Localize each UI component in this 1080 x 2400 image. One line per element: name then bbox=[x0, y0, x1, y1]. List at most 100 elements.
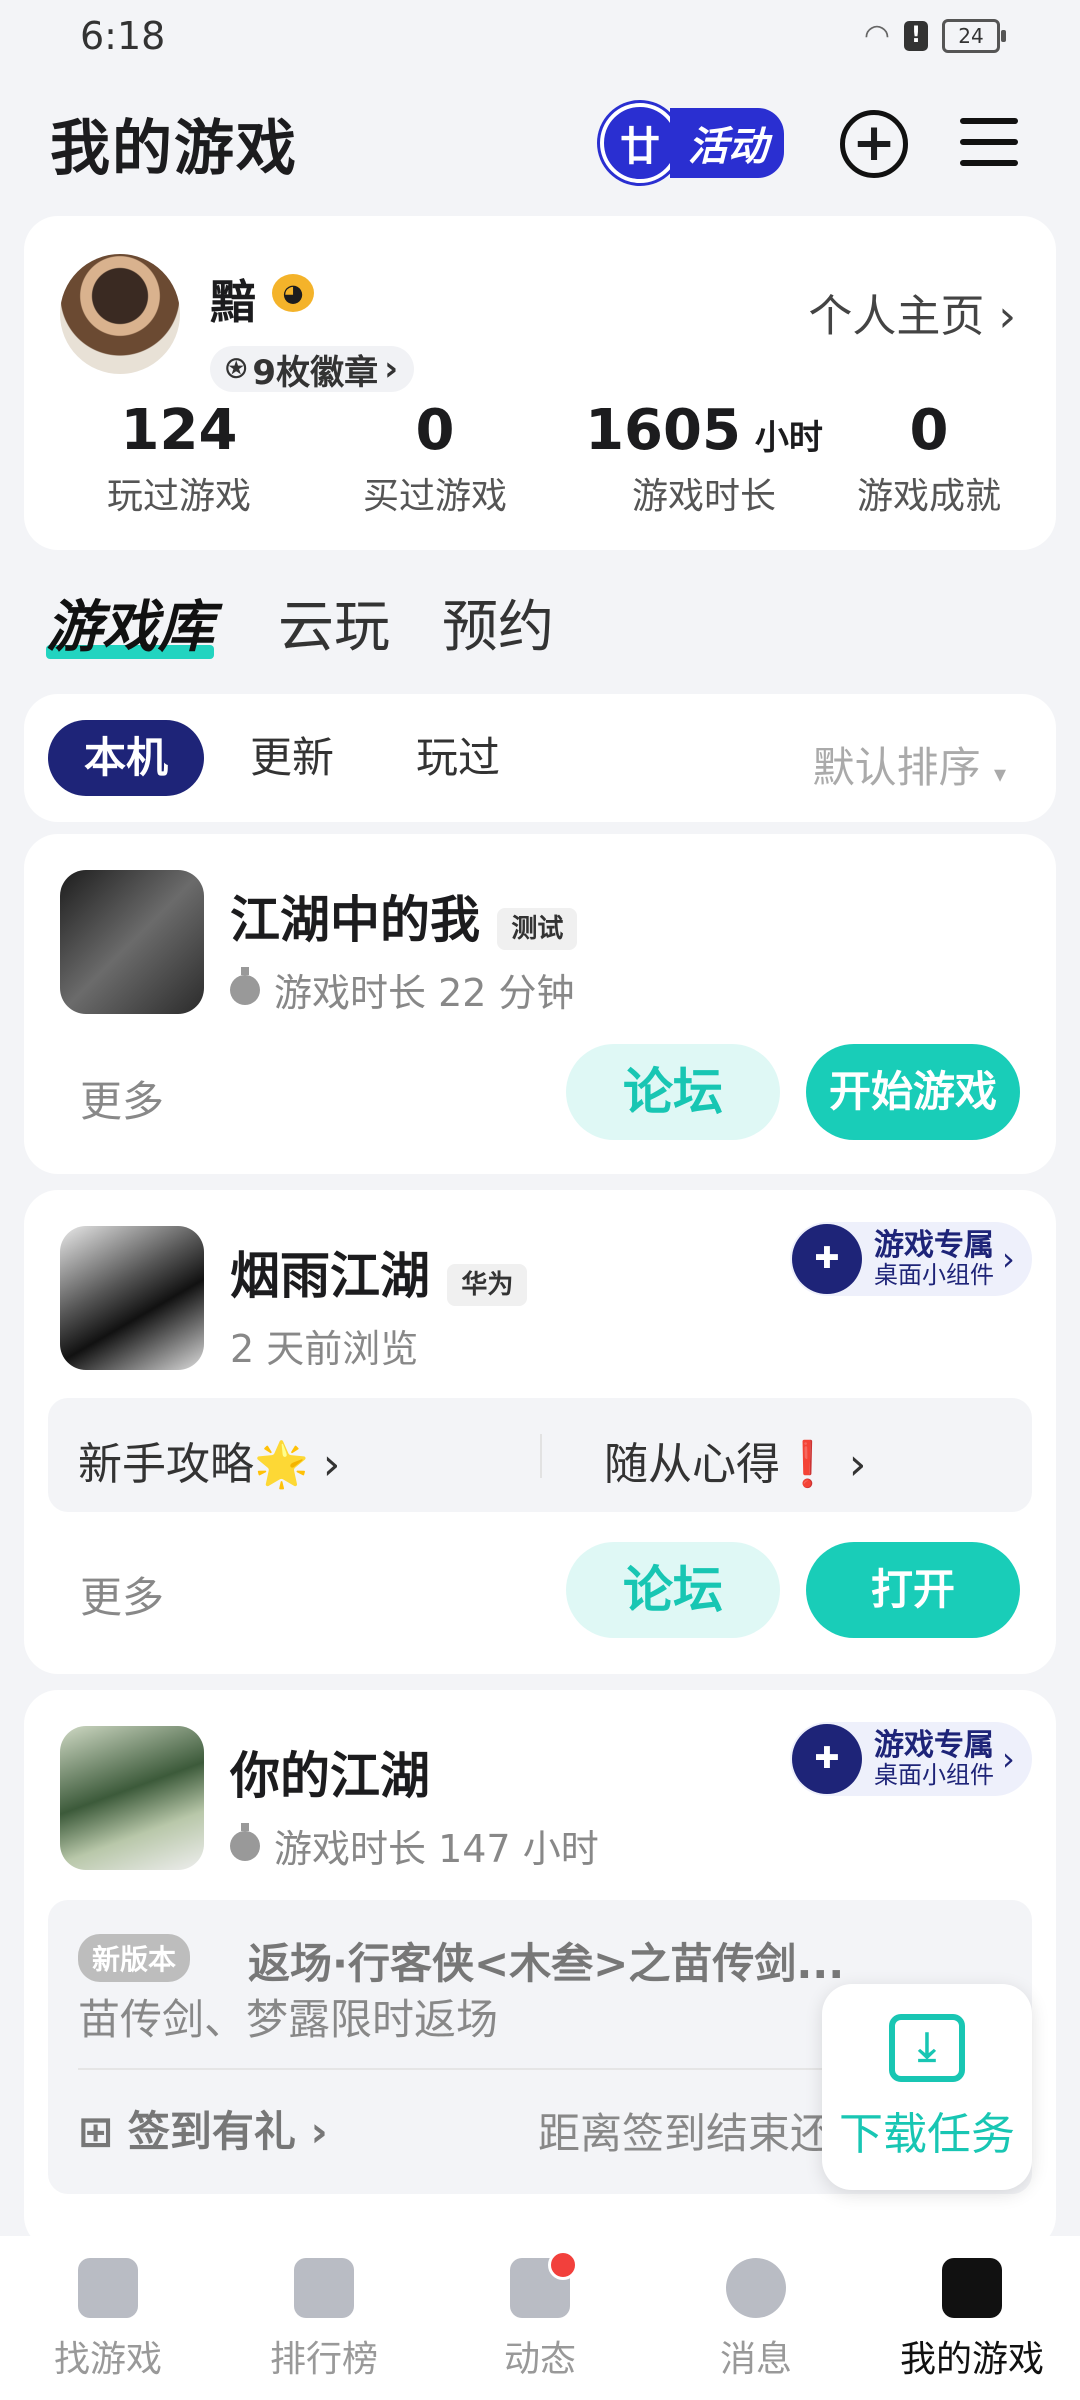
nav-my-games[interactable]: 我的游戏 bbox=[864, 2258, 1080, 2382]
gamepad-icon bbox=[942, 2258, 1002, 2318]
news-tag: 新版本 bbox=[78, 1934, 191, 1982]
nav-label: 消息 bbox=[719, 2339, 792, 2380]
nav-messages[interactable]: 消息 bbox=[648, 2258, 864, 2382]
widget-chip[interactable]: ✚ 游戏专属 桌面小组件 › bbox=[790, 1722, 1032, 1796]
battery-icon: 24 bbox=[942, 18, 1006, 53]
nav-label: 排行榜 bbox=[269, 2339, 378, 2380]
widget-subtitle: 桌面小组件 bbox=[874, 1261, 994, 1290]
stat-bought[interactable]: 0 买过游戏 bbox=[310, 398, 560, 519]
stat-label: 买过游戏 bbox=[362, 476, 507, 517]
avatar[interactable] bbox=[60, 254, 180, 374]
chevron-right-icon: › bbox=[998, 291, 1016, 342]
chevron-right-icon: › bbox=[384, 349, 399, 389]
game-card[interactable]: 江湖中的我 测试 游戏时长 22 分钟 更多 论坛 开始游戏 bbox=[24, 834, 1056, 1174]
gamepad-icon: ✚ bbox=[792, 1224, 862, 1294]
forum-button[interactable]: 论坛 bbox=[566, 1542, 780, 1638]
open-button[interactable]: 打开 bbox=[806, 1542, 1020, 1638]
guide-companion[interactable]: 随从心得❗ › bbox=[604, 1428, 866, 1492]
status-icons: ◠ ! 24 bbox=[863, 18, 1006, 53]
nav-label: 我的游戏 bbox=[899, 2339, 1044, 2380]
game-name: 你的江湖 bbox=[230, 1747, 430, 1805]
game-icon bbox=[60, 1226, 204, 1370]
find-games-icon bbox=[78, 2258, 138, 2318]
notification-dot bbox=[548, 2250, 578, 2280]
badge-count: 9枚徽章 bbox=[252, 352, 379, 393]
play-time: 游戏时长 147 小时 bbox=[274, 1827, 599, 1871]
game-card[interactable]: 烟雨江湖 华为 ✚ 游戏专属 桌面小组件 › 2 天前浏览 新手攻略🌟 › 随从… bbox=[24, 1190, 1056, 1674]
alert-icon: ! bbox=[904, 20, 928, 51]
divider bbox=[540, 1434, 542, 1478]
download-label: 下载任务 bbox=[839, 2109, 1015, 2160]
tab-cloud[interactable]: 云玩 bbox=[278, 582, 390, 663]
stat-achievements[interactable]: 0 游戏成就 bbox=[804, 398, 1054, 519]
wifi-icon: ◠ bbox=[863, 18, 890, 53]
game-name: 烟雨江湖 bbox=[230, 1247, 430, 1305]
widget-subtitle: 桌面小组件 bbox=[874, 1761, 994, 1790]
guide-newbie[interactable]: 新手攻略🌟 › bbox=[78, 1428, 340, 1492]
feed-icon bbox=[510, 2250, 578, 2318]
news-title: 返场·行客侠<木叁>之苗传剑... bbox=[248, 1939, 845, 1988]
activity-label: 活动 bbox=[670, 108, 784, 178]
badge-chip[interactable]: ⍟ 9枚徽章 › bbox=[210, 346, 415, 393]
game-tag: 测试 bbox=[497, 908, 578, 950]
guide-label: 随从心得❗ bbox=[604, 1439, 835, 1490]
stat-value: 0 bbox=[909, 398, 949, 463]
filter-bar: 本机 更新 玩过 默认排序 ▾ bbox=[24, 694, 1056, 822]
bottom-nav: 找游戏 排行榜 动态 消息 我的游戏 bbox=[0, 2236, 1080, 2400]
game-icon bbox=[60, 870, 204, 1014]
tab-library[interactable]: 游戏库 bbox=[46, 582, 214, 663]
game-name: 江湖中的我 bbox=[230, 891, 480, 949]
download-tasks-button[interactable]: ⤓ 下载任务 bbox=[822, 1984, 1032, 2190]
medal-icon: ⍟ bbox=[226, 349, 247, 389]
guide-label: 新手攻略🌟 bbox=[78, 1439, 309, 1490]
ranking-icon bbox=[294, 2258, 354, 2318]
widget-chip[interactable]: ✚ 游戏专属 桌面小组件 › bbox=[790, 1222, 1032, 1296]
widget-title: 游戏专属 bbox=[874, 1728, 994, 1764]
stat-label: 游戏成就 bbox=[856, 476, 1001, 517]
timer-icon bbox=[230, 966, 260, 1005]
gamepad-icon: ✚ bbox=[792, 1724, 862, 1794]
chevron-right-icon: › bbox=[1002, 1240, 1015, 1278]
filter-local[interactable]: 本机 bbox=[48, 720, 205, 796]
caret-down-icon: ▾ bbox=[993, 760, 1006, 788]
nav-find-games[interactable]: 找游戏 bbox=[0, 2258, 216, 2382]
emoji-icon: ◕ bbox=[272, 274, 314, 312]
game-icon bbox=[60, 1726, 204, 1870]
page-title: 我的游戏 bbox=[50, 114, 298, 184]
activity-button[interactable]: 廿 活动 bbox=[600, 103, 788, 183]
checkin-note: 距离签到结束还 bbox=[538, 2109, 833, 2158]
stat-value: 1605 bbox=[585, 398, 741, 463]
activity-icon: 廿 bbox=[600, 103, 680, 183]
nav-feed[interactable]: 动态 bbox=[432, 2250, 648, 2382]
tab-reserve[interactable]: 预约 bbox=[442, 582, 554, 663]
add-icon[interactable]: + bbox=[840, 110, 908, 178]
chat-icon bbox=[726, 2258, 786, 2318]
profile-card: 黯 ◕ ⍟ 9枚徽章 › 个人主页 › 124 玩过游戏 0 买过游戏 1605… bbox=[24, 216, 1056, 550]
profile-home-label: 个人主页 bbox=[808, 291, 985, 342]
chevron-right-icon: › bbox=[1002, 1740, 1015, 1778]
sort-dropdown[interactable]: 默认排序 ▾ bbox=[813, 734, 1006, 795]
checkin-link[interactable]: ⊞ 签到有礼 › bbox=[78, 2098, 328, 2159]
guide-bar: 新手攻略🌟 › 随从心得❗ › bbox=[48, 1398, 1032, 1512]
filter-played[interactable]: 玩过 bbox=[380, 720, 536, 796]
profile-home-link[interactable]: 个人主页 › bbox=[808, 280, 1016, 344]
nav-ranking[interactable]: 排行榜 bbox=[216, 2258, 432, 2382]
news-body: 苗传剑、梦露限时返场 bbox=[78, 1995, 499, 2044]
more-link[interactable]: 更多 bbox=[80, 1068, 164, 1129]
download-icon: ⤓ bbox=[889, 2014, 965, 2082]
filter-update[interactable]: 更新 bbox=[214, 720, 370, 796]
forum-button[interactable]: 论坛 bbox=[566, 1044, 780, 1140]
game-tag: 华为 bbox=[447, 1264, 528, 1306]
stat-value: 124 bbox=[120, 398, 238, 463]
stat-value: 0 bbox=[415, 398, 455, 463]
timer-icon bbox=[230, 1822, 260, 1861]
play-time: 游戏时长 22 分钟 bbox=[274, 971, 575, 1015]
last-visit: 2 天前浏览 bbox=[230, 1327, 419, 1371]
menu-icon[interactable] bbox=[960, 118, 1018, 166]
stat-label: 玩过游戏 bbox=[106, 476, 251, 517]
sort-label: 默认排序 bbox=[812, 743, 981, 792]
start-game-button[interactable]: 开始游戏 bbox=[806, 1044, 1020, 1140]
more-link[interactable]: 更多 bbox=[80, 1564, 164, 1625]
stat-played[interactable]: 124 玩过游戏 bbox=[54, 398, 304, 519]
nav-label: 动态 bbox=[503, 2339, 576, 2380]
